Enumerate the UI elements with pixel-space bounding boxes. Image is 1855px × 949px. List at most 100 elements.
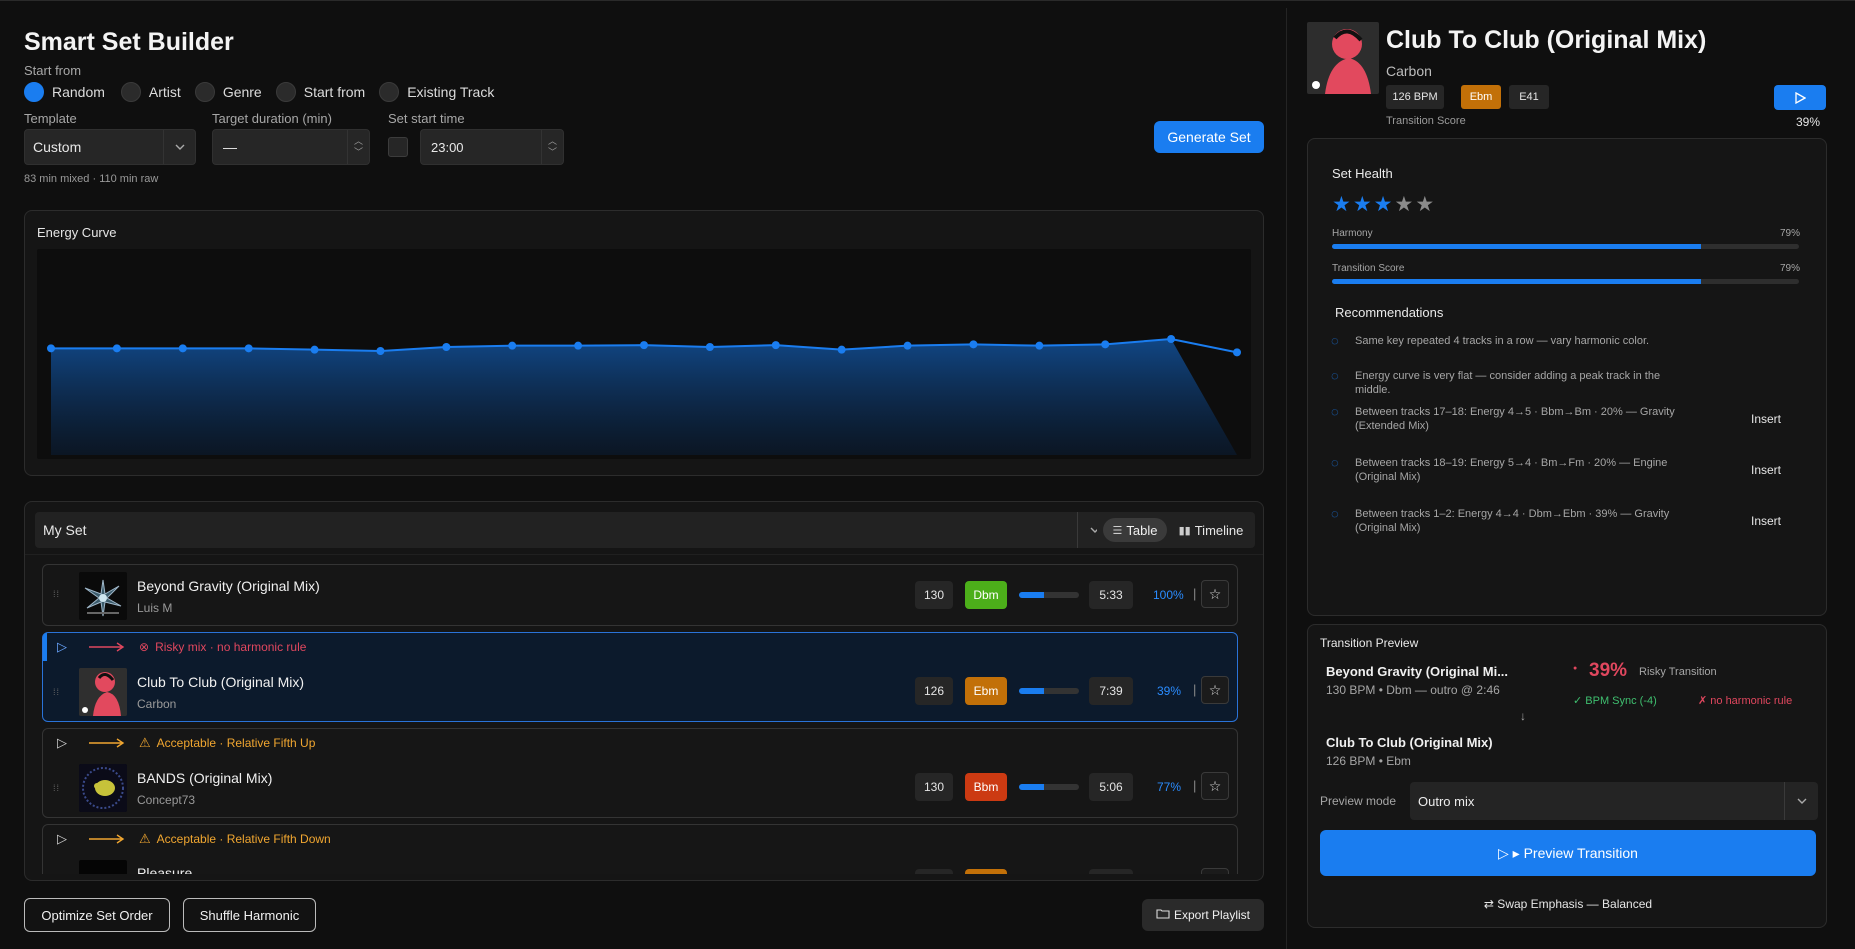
- radio-dot: [120, 82, 141, 102]
- energy-point-2[interactable]: [112, 344, 121, 353]
- energy-point-19[interactable]: [1233, 348, 1241, 357]
- start-time-checkbox[interactable]: [388, 137, 408, 157]
- track-artist: Carbon: [137, 697, 177, 711]
- time-stepper[interactable]: ︿ ﹀: [541, 130, 563, 164]
- target-duration-input[interactable]: — ︿ ﹀: [212, 129, 370, 165]
- shuffle-harmonic-button[interactable]: Shuffle Harmonic: [183, 898, 316, 932]
- preview-transition-button[interactable]: ▷ ▸ Preview Transition: [1320, 830, 1816, 876]
- now-playing-artist: Carbon: [1386, 63, 1432, 79]
- energy-point-10[interactable]: [640, 341, 648, 350]
- transition-score-label: Transition Score: [1386, 115, 1466, 127]
- duration: 5:06: [1089, 773, 1133, 801]
- radio-artist[interactable]: Artist: [120, 82, 181, 102]
- recommendation-text: Energy curve is very flat — consider add…: [1355, 370, 1661, 396]
- lightbulb-icon: ◌: [1331, 404, 1339, 419]
- track-title: BANDS (Original Mix): [137, 770, 273, 786]
- track-row-2[interactable]: ▷ ⊗ Risky mix · no harmonic rule ⁞⁞ Club…: [42, 632, 1238, 722]
- transition-preview-panel: Transition Preview Beyond Gravity (Origi…: [1307, 624, 1827, 928]
- transition-score: 100%: [1153, 588, 1184, 602]
- radio-random[interactable]: Random: [24, 82, 105, 102]
- energy-point-9[interactable]: [574, 341, 583, 350]
- tab-timeline[interactable]: ▮▮ Timeline: [1173, 518, 1249, 542]
- preview-mode-select[interactable]: Outro mix: [1410, 782, 1818, 820]
- play-icon[interactable]: ▷: [57, 639, 67, 655]
- recommendation-text: Between tracks 1–2: Energy 4→4 · Dbm→Ebm…: [1355, 508, 1670, 534]
- bpm-badge: 130: [915, 773, 953, 801]
- drag-handle-icon[interactable]: ⁞⁞: [53, 687, 60, 697]
- drag-handle-icon[interactable]: ⁞⁞: [53, 783, 60, 793]
- export-playlist-button[interactable]: Export Playlist: [1142, 899, 1264, 931]
- arrow-right-icon: [89, 738, 125, 748]
- mix-summary: 83 min mixed · 110 min raw: [24, 173, 159, 185]
- to-track-title: Club To Club (Original Mix): [1326, 735, 1493, 750]
- tab-table[interactable]: ☰ Table: [1103, 518, 1167, 542]
- energy-point-7[interactable]: [442, 343, 451, 351]
- transition-score-pct: 79%: [1780, 263, 1801, 274]
- radio-dot-selected: [24, 82, 44, 102]
- insert-button[interactable]: Insert: [1751, 463, 1781, 477]
- track-title: Pleasure: [137, 865, 193, 874]
- radio-label: Artist: [148, 84, 181, 100]
- stepper-up-icon[interactable]: ︿: [548, 136, 557, 147]
- energy-point-13[interactable]: [837, 345, 846, 354]
- energy-point-8[interactable]: [508, 341, 517, 350]
- set-name: My Set: [43, 522, 87, 538]
- key-badge: Dbm: [965, 581, 1007, 609]
- insert-button[interactable]: Insert: [1751, 412, 1781, 426]
- play-icon[interactable]: ▷: [57, 831, 67, 847]
- favorite-star-icon[interactable]: [1201, 868, 1229, 874]
- set-select[interactable]: My Set: [35, 512, 1111, 548]
- energy-point-15[interactable]: [969, 340, 978, 349]
- track-row-1[interactable]: ⁞⁞ Beyond Gravity (Original Mix) Luis M …: [42, 564, 1238, 626]
- harmonic-status: ✗ no harmonic rule: [1698, 695, 1793, 707]
- arrow-right-icon: [89, 834, 125, 844]
- chevron-down-icon[interactable]: [163, 130, 195, 164]
- energy-point-11[interactable]: [705, 343, 714, 351]
- transition-row: ▷ ⚠ Acceptable · Relative Fifth Down: [57, 825, 331, 853]
- track-row-3[interactable]: ▷ ⚠ Acceptable · Relative Fifth Up ⁞⁞ BA…: [42, 728, 1238, 818]
- generate-set-button[interactable]: Generate Set: [1154, 121, 1264, 153]
- stepper-down-icon[interactable]: ﹀: [548, 147, 557, 158]
- duration: [1089, 869, 1133, 874]
- favorite-star-icon[interactable]: ☆: [1201, 580, 1229, 608]
- energy-point-16[interactable]: [1035, 341, 1044, 350]
- radio-start-from[interactable]: Start from: [275, 82, 365, 102]
- chevron-down-icon[interactable]: [1784, 782, 1818, 820]
- start-time-value: 23:00: [431, 139, 464, 155]
- favorite-star-icon[interactable]: ☆: [1201, 772, 1229, 800]
- stepper-down-icon[interactable]: ﹀: [354, 147, 363, 158]
- radio-existing-track[interactable]: Existing Track: [379, 82, 494, 102]
- camelot-badge: E41: [1509, 85, 1549, 109]
- panel-divider: [1286, 8, 1287, 949]
- album-art: [79, 764, 127, 812]
- radio-genre[interactable]: Genre: [194, 82, 262, 102]
- energy-point-14[interactable]: [903, 341, 912, 350]
- favorite-star-icon[interactable]: ☆: [1201, 676, 1229, 704]
- track-row-4[interactable]: ▷ ⚠ Acceptable · Relative Fifth Down Ple…: [42, 824, 1238, 874]
- template-select[interactable]: Custom: [24, 129, 196, 165]
- energy-point-5[interactable]: [310, 345, 319, 354]
- arrow-right-icon: [89, 642, 125, 652]
- insert-button[interactable]: Insert: [1751, 514, 1781, 528]
- energy-point-12[interactable]: [771, 341, 780, 350]
- energy-point-3[interactable]: [178, 344, 187, 353]
- start-time-input[interactable]: 23:00 ︿ ﹀: [420, 129, 564, 165]
- drag-handle-icon[interactable]: ⁞⁞: [53, 589, 60, 599]
- separator: |: [1193, 778, 1197, 793]
- energy-point-4[interactable]: [244, 344, 253, 353]
- target-duration-label: Target duration (min): [212, 111, 332, 126]
- play-icon[interactable]: ▷: [57, 735, 67, 751]
- duration-stepper[interactable]: ︿ ﹀: [347, 130, 369, 164]
- lightbulb-icon: ◌: [1331, 368, 1339, 383]
- star-empty-icon: ★: [1394, 193, 1416, 216]
- energy-point-18[interactable]: [1167, 335, 1176, 343]
- swap-emphasis-button[interactable]: ⇄ Swap Emphasis — Balanced: [1308, 897, 1828, 911]
- recommendation-item: ◌ Energy curve is very flat — consider a…: [1331, 369, 1811, 397]
- optimize-set-order-button[interactable]: Optimize Set Order: [24, 898, 170, 932]
- stepper-up-icon[interactable]: ︿: [354, 136, 363, 147]
- energy-point-6[interactable]: [376, 347, 385, 355]
- energy-bar: [1019, 592, 1079, 598]
- energy-point-1[interactable]: [47, 344, 55, 353]
- play-button[interactable]: [1774, 85, 1826, 110]
- energy-point-17[interactable]: [1101, 340, 1110, 349]
